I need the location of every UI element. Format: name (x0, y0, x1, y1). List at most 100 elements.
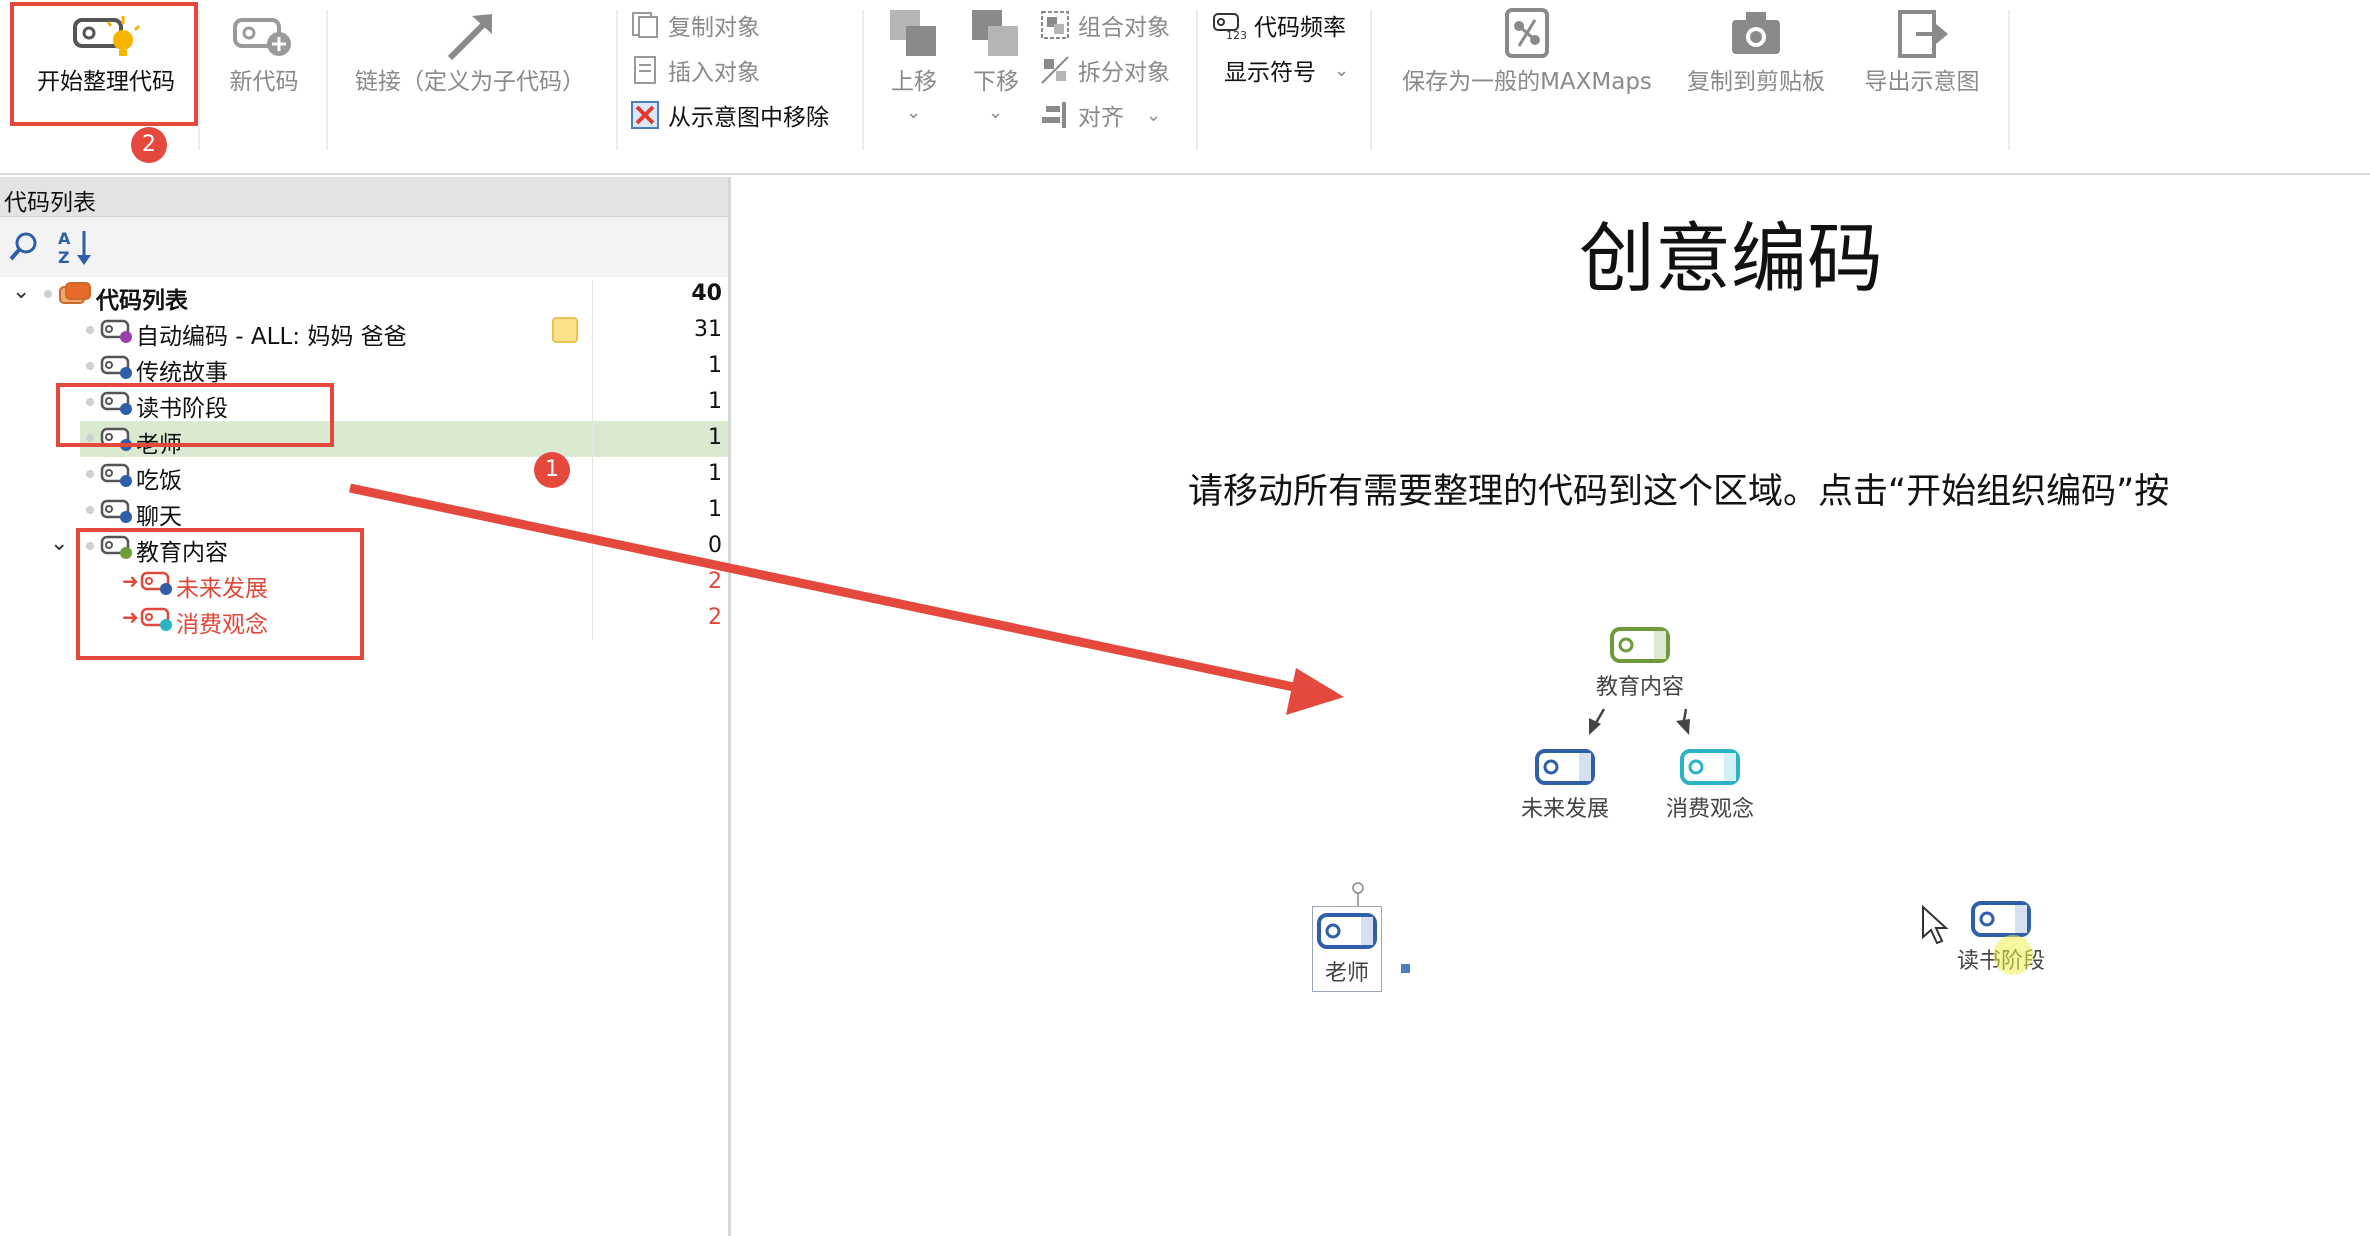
align-label: 对齐 (1078, 105, 1124, 131)
tree-count: 31 (694, 317, 722, 342)
remove-x-icon (631, 101, 659, 129)
export-map-label: 导出示意图 (1864, 69, 1980, 95)
node-label: 未来发展 (1521, 797, 1610, 822)
diagonal-arrow-icon (447, 14, 492, 61)
split-objects-icon (1041, 56, 1069, 84)
split-objects-button[interactable]: 拆分对象 (1040, 53, 1170, 87)
step-badge-2: 2 (131, 127, 167, 163)
search-icon[interactable] (8, 229, 42, 263)
sort-az-icon[interactable]: AZ (56, 227, 96, 267)
code-tag-blue-icon (1971, 901, 2031, 937)
node-label: 消费观念 (1666, 797, 1755, 822)
group-objects-icon (1041, 11, 1069, 39)
move-down-label: 下移 (973, 69, 1019, 95)
highlight-reading-teacher (56, 383, 334, 447)
copy-object-button[interactable]: 复制对象 (630, 8, 760, 42)
tree-dot (86, 470, 94, 478)
mouse-pointer-icon (1922, 905, 1949, 945)
move-up-icon (890, 10, 936, 56)
code-tag-blue-icon (1535, 749, 1595, 785)
camera-icon (1732, 12, 1780, 54)
svg-text:123: 123 (1226, 29, 1246, 40)
highlight-start-button (10, 2, 198, 126)
split-objects-label: 拆分对象 (1078, 60, 1170, 86)
step-badge-1: 1 (534, 452, 570, 488)
export-icon (1898, 10, 1948, 58)
tree-item-auto-code[interactable]: 自动编码 - ALL: 妈妈 爸爸 31 (0, 313, 728, 350)
export-map-button[interactable]: 导出示意图 (1852, 6, 1992, 96)
code-set-icon (59, 282, 91, 304)
tree-item-traditional-story[interactable]: 传统故事 1 (0, 349, 728, 386)
tree-label: 吃饭 (136, 468, 182, 494)
code-tag-teal-icon (1680, 749, 1740, 785)
link-subcode-button[interactable]: 链接（定义为子代码） (340, 10, 600, 96)
align-chevron-icon[interactable]: ⌄ (1146, 105, 1161, 126)
show-symbols-label: 显示符号 (1224, 60, 1316, 86)
copy-object-icon (632, 12, 658, 38)
node-label: 教育内容 (1596, 675, 1685, 700)
copy-to-clipboard-label: 复制到剪贴板 (1687, 69, 1825, 95)
group-objects-button[interactable]: 组合对象 (1040, 8, 1170, 42)
new-code-label: 新代码 (229, 69, 299, 95)
memo-note-icon[interactable] (552, 317, 578, 343)
group-objects-label: 组合对象 (1078, 15, 1170, 41)
tree-dot (86, 326, 94, 334)
tree-label: 传统故事 (136, 360, 228, 386)
align-button[interactable]: 对齐 ⌄ (1040, 98, 1161, 132)
link-subcode-label: 链接（定义为子代码） (355, 69, 585, 95)
copy-to-clipboard-button[interactable]: 复制到剪贴板 (1680, 6, 1832, 96)
tree-count: 1 (708, 389, 722, 414)
map-node-future-development[interactable]: 未来发展 (1521, 747, 1609, 823)
code-frequency-button[interactable]: 123 代码频率 (1212, 8, 1346, 42)
map-canvas[interactable]: 创意编码 请移动所有需要整理的代码到这个区域。点击“开始组织编码”按 教育内容 … (731, 177, 2370, 1236)
expand-chevron-icon[interactable]: ⌄ (50, 531, 68, 556)
tree-item-eating[interactable]: 吃饭 1 (0, 457, 728, 494)
tree-count: 1 (708, 497, 722, 522)
move-down-icon (972, 10, 1018, 56)
remove-from-map-button[interactable]: 从示意图中移除 (630, 98, 829, 132)
code-frequency-label: 代码频率 (1254, 15, 1346, 41)
tree-count: 1 (708, 461, 722, 486)
tree-dot (86, 362, 94, 370)
save-as-maxmaps-button[interactable]: 保存为一般的MAXMaps (1396, 6, 1658, 96)
save-as-maxmaps-label: 保存为一般的MAXMaps (1402, 69, 1652, 95)
node-selection-handles[interactable] (1331, 882, 1431, 982)
ribbon-separator (2008, 10, 2010, 150)
tree-count: 1 (708, 425, 722, 450)
move-down-button[interactable]: 下移 (958, 6, 1034, 96)
tree-count: 2 (708, 569, 722, 594)
column-divider (592, 280, 593, 640)
show-symbols-dropdown[interactable]: 显示符号 ⌄ (1224, 53, 1349, 87)
ribbon-separator (616, 10, 618, 150)
code-list-panel-title: 代码列表 (0, 177, 730, 217)
new-code-button[interactable]: 新代码 (214, 10, 314, 96)
panel-toolbar: AZ (0, 217, 730, 277)
new-code-icon (233, 18, 291, 56)
tree-dot (86, 506, 94, 514)
map-node-consumption-view[interactable]: 消费观念 (1666, 747, 1754, 823)
map-node-education-content[interactable]: 教育内容 (1596, 625, 1684, 701)
tree-root-code-list[interactable]: ⌄ 代码列表 40 (0, 277, 728, 314)
ribbon-toolbar: 开始整理代码 新代码 链接（定义为子代码） 复制对象 插入对象 从示意图中移除 (0, 0, 2370, 175)
ribbon-separator (326, 10, 328, 150)
move-up-button[interactable]: 上移 (876, 6, 952, 96)
move-up-chevron-icon[interactable]: ⌄ (906, 102, 921, 123)
move-down-chevron-icon[interactable]: ⌄ (988, 102, 1003, 123)
insert-object-icon (634, 56, 656, 84)
insert-object-button[interactable]: 插入对象 (630, 53, 760, 87)
code-tag-green-icon (1610, 627, 1670, 663)
tree-count: 1 (708, 353, 722, 378)
tree-dot (44, 290, 52, 298)
align-icon (1042, 102, 1066, 128)
tree-label: 聊天 (136, 504, 182, 530)
tree-item-chat[interactable]: 聊天 1 (0, 493, 728, 530)
save-map-icon (1505, 8, 1549, 58)
expand-chevron-icon[interactable]: ⌄ (12, 279, 30, 304)
hierarchy-connectors (1589, 708, 1690, 735)
tree-label: 代码列表 (96, 288, 188, 314)
ribbon-separator (1370, 10, 1372, 150)
highlight-education-subcodes (76, 528, 364, 660)
code-tag-blue-icon (100, 355, 132, 379)
move-up-label: 上移 (891, 69, 937, 95)
code-frequency-icon: 123 (1213, 13, 1246, 40)
